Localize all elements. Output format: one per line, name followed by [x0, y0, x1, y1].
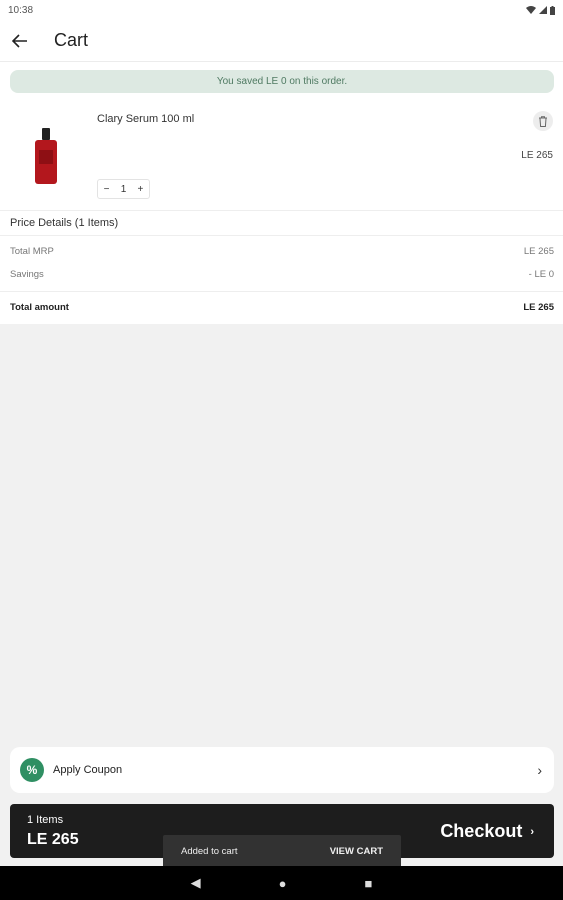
- price-row-savings: Savings - LE 0: [10, 269, 554, 280]
- checkout-label: Checkout: [440, 821, 523, 841]
- chevron-right-icon: ›: [530, 825, 534, 838]
- divider: [0, 291, 563, 292]
- increase-quantity-button[interactable]: +: [138, 184, 144, 195]
- snackbar-message: Added to cart: [181, 846, 238, 857]
- chevron-right-icon: ›: [537, 762, 542, 778]
- coupon-label: Apply Coupon: [53, 764, 123, 776]
- signal-icon: [539, 6, 547, 14]
- page-title: Cart: [54, 30, 89, 50]
- delete-item-button[interactable]: [533, 111, 553, 131]
- wifi-icon: [526, 6, 536, 14]
- nav-home-icon[interactable]: ●: [279, 876, 287, 891]
- arrow-left-icon: [12, 33, 27, 48]
- total-amount-label: Total amount: [10, 302, 69, 313]
- snackbar: Added to cart VIEW CART: [163, 835, 401, 868]
- app-bar: Cart: [0, 20, 563, 62]
- nav-recents-icon[interactable]: ■: [365, 876, 373, 891]
- coupon-percent-icon: %: [20, 758, 44, 782]
- nav-back-icon[interactable]: ◀: [191, 875, 201, 891]
- quantity-value: 1: [120, 183, 127, 195]
- back-button[interactable]: [0, 21, 40, 61]
- product-image: [22, 126, 70, 186]
- divider: [0, 210, 563, 211]
- price-row-label: Total MRP: [10, 246, 54, 257]
- price-row-value: - LE 0: [528, 269, 554, 280]
- price-details-title: Price Details (1 Items): [10, 217, 119, 229]
- price-row-total-mrp: Total MRP LE 265: [10, 246, 554, 257]
- status-icons: [526, 5, 555, 15]
- price-row-label: Savings: [10, 269, 44, 280]
- decrease-quantity-button[interactable]: −: [104, 184, 110, 195]
- divider: [0, 235, 563, 236]
- product-price: LE 265: [521, 150, 553, 161]
- trash-icon: [539, 115, 547, 127]
- view-cart-button[interactable]: VIEW CART: [330, 846, 383, 857]
- checkout-items-count: 1 Items: [27, 814, 64, 826]
- checkout-total: LE 265: [27, 831, 79, 848]
- system-nav-bar: ◀ ● ■: [0, 866, 563, 900]
- battery-icon: [550, 5, 555, 15]
- price-row-total-amount: Total amount LE 265: [10, 302, 554, 313]
- apply-coupon-button[interactable]: % Apply Coupon ›: [10, 747, 554, 793]
- savings-banner: You saved LE 0 on this order.: [10, 70, 554, 93]
- product-name: Clary Serum 100 ml: [97, 113, 195, 125]
- status-bar: 10:38: [0, 0, 563, 20]
- total-amount-value: LE 265: [523, 302, 554, 313]
- checkout-button[interactable]: Checkout ›: [440, 821, 534, 842]
- status-time: 10:38: [8, 4, 34, 16]
- price-row-value: LE 265: [523, 246, 554, 257]
- cart-content: You saved LE 0 on this order. Clary Seru…: [0, 62, 563, 324]
- quantity-stepper: − 1 +: [97, 179, 150, 199]
